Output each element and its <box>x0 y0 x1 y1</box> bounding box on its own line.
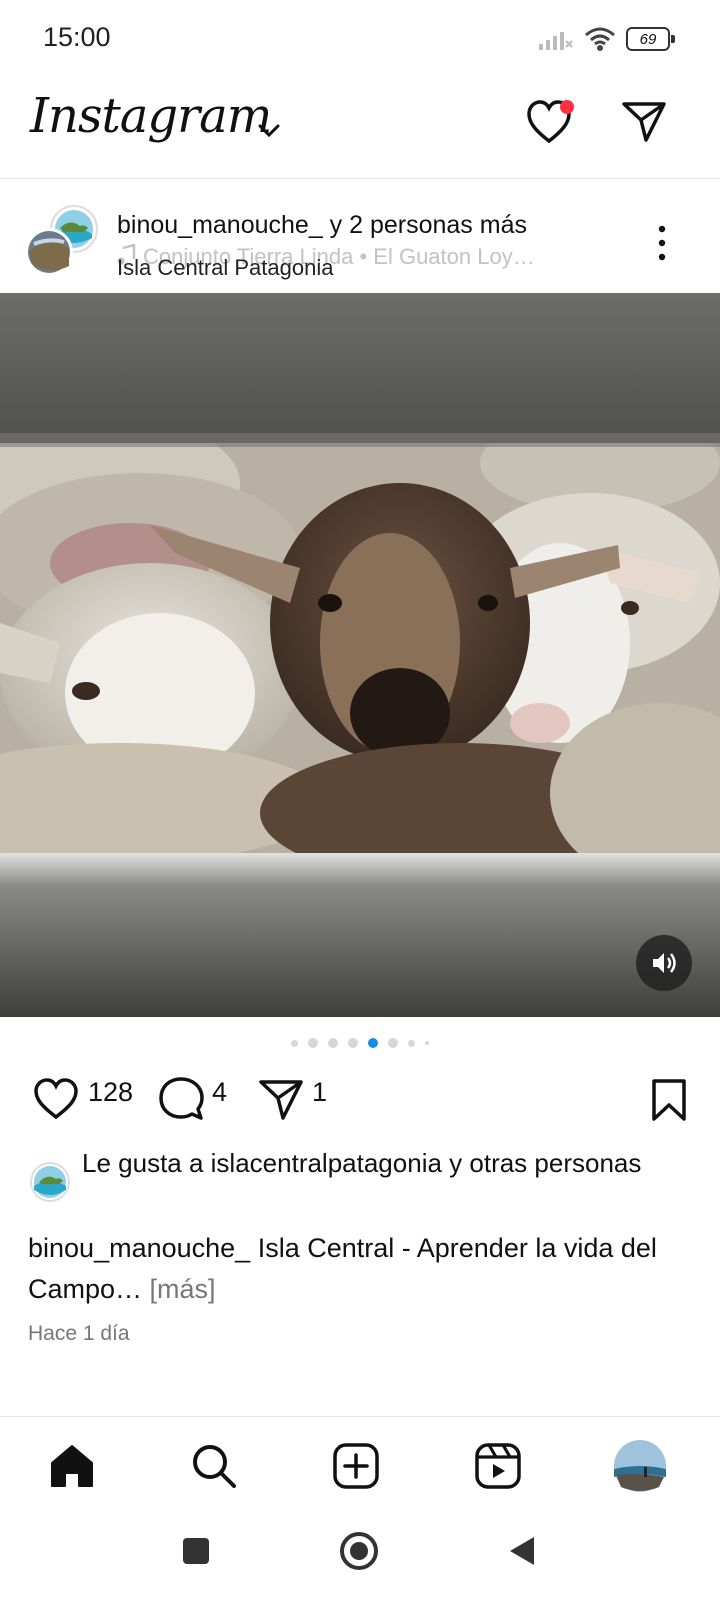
carousel-dot <box>328 1038 338 1048</box>
post-image[interactable] <box>0 293 720 1017</box>
wifi-icon <box>585 27 615 51</box>
speaker-icon <box>653 953 676 973</box>
instagram-logo[interactable]: Instagram <box>30 88 272 144</box>
carousel-dot-active <box>368 1038 378 1048</box>
status-icons: 69 <box>538 24 675 54</box>
caption-username[interactable]: binou_manouche_ <box>28 1233 250 1263</box>
post-location[interactable]: Isla Central Patagonia <box>117 255 333 281</box>
share-count[interactable]: 1 <box>312 1077 327 1108</box>
chevron-down-icon[interactable] <box>258 124 280 138</box>
liker-avatar[interactable] <box>30 1162 70 1202</box>
header-divider <box>0 178 720 179</box>
carousel-dot <box>308 1038 318 1048</box>
collab-avatars[interactable] <box>24 204 100 278</box>
avatar <box>25 205 98 276</box>
liked-by-text: Le gusta a islacentralpatagonia y otras … <box>82 1145 642 1182</box>
caption-more-link[interactable]: [más] <box>142 1274 216 1304</box>
battery-level: 69 <box>639 30 657 48</box>
sheep-photo <box>0 293 720 1017</box>
comment-icon[interactable] <box>158 1076 204 1122</box>
carousel-dot <box>388 1038 398 1048</box>
nav-create[interactable] <box>328 1438 384 1494</box>
battery-indicator: 69 <box>626 27 675 51</box>
more-options-icon[interactable] <box>656 225 668 261</box>
nav-home[interactable] <box>44 1438 100 1494</box>
share-icon[interactable] <box>258 1078 304 1122</box>
home-button-icon[interactable] <box>339 1531 379 1571</box>
post-caption[interactable]: binou_manouche_ Isla Central - Aprender … <box>28 1228 688 1310</box>
save-bookmark-icon[interactable] <box>650 1078 688 1122</box>
direct-message-icon[interactable] <box>620 98 668 144</box>
notifications-heart-icon[interactable] <box>526 98 576 146</box>
recents-button-icon[interactable] <box>181 1536 211 1566</box>
carousel-dot <box>291 1039 298 1047</box>
profile-avatar <box>614 1440 666 1492</box>
system-nav-bar <box>0 1520 720 1580</box>
nav-divider <box>0 1416 720 1417</box>
liked-by-prefix: Le gusta a <box>82 1148 211 1178</box>
reels-icon <box>475 1443 521 1489</box>
comment-count[interactable]: 4 <box>212 1077 227 1108</box>
status-time: 15:00 <box>43 22 111 52</box>
carousel-dot <box>425 1041 429 1045</box>
nav-search[interactable] <box>186 1438 242 1494</box>
like-count[interactable]: 128 <box>88 1077 133 1108</box>
add-post-icon <box>333 1443 379 1489</box>
nav-profile[interactable] <box>612 1438 668 1494</box>
back-button-icon[interactable] <box>506 1534 538 1568</box>
carousel-indicator <box>0 1038 720 1048</box>
audio-toggle-button[interactable] <box>636 935 692 991</box>
liked-by-suffix: y otras personas <box>441 1148 642 1178</box>
carousel-dot <box>408 1039 415 1047</box>
post-timestamp: Hace 1 día <box>28 1322 130 1345</box>
signal-icon <box>539 32 573 50</box>
home-icon <box>51 1445 93 1487</box>
liked-by-user[interactable]: islacentralpatagonia <box>211 1148 442 1178</box>
collab-username-line[interactable]: binou_manouche_ y 2 personas más <box>117 211 527 240</box>
nav-reels[interactable] <box>470 1438 526 1494</box>
search-icon <box>193 1445 236 1488</box>
carousel-dot <box>348 1038 358 1048</box>
like-heart-icon[interactable] <box>32 1077 80 1121</box>
